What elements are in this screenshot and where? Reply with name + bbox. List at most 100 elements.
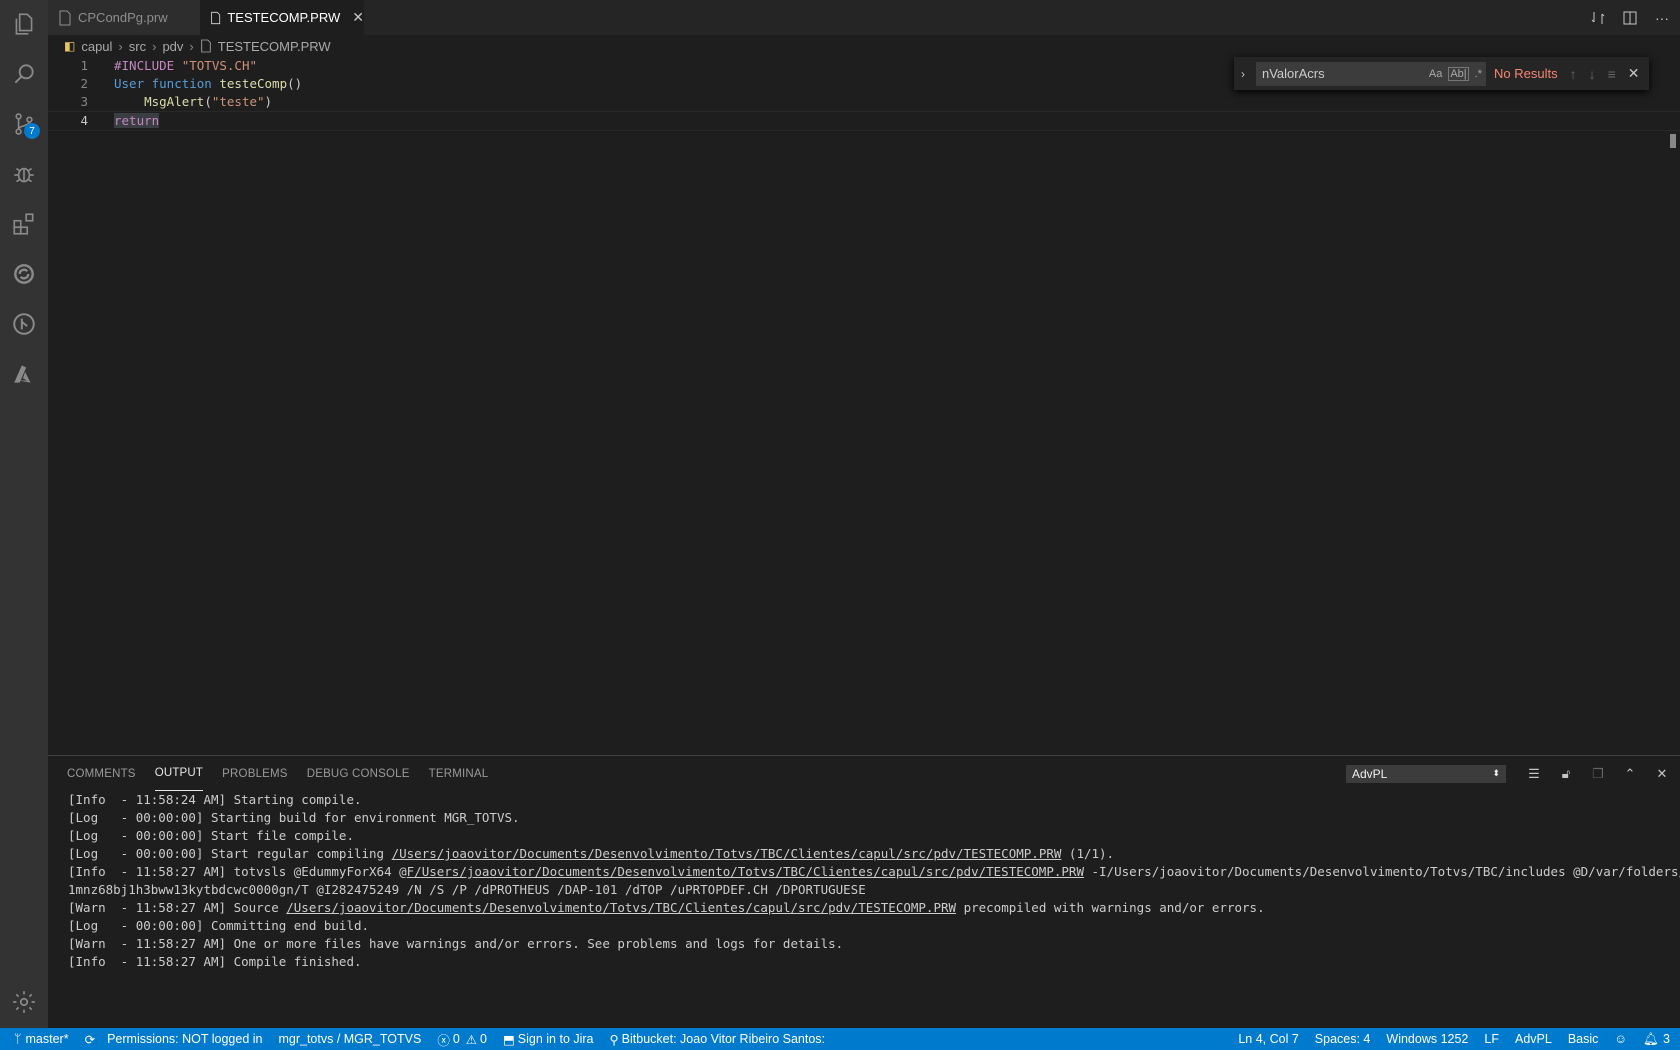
sync-icon[interactable] [0,250,48,298]
output-text: (1/1). [1061,846,1115,861]
match-case-toggle[interactable]: Aa [1429,68,1442,80]
find-widget: › Aa Ab| .* No Results ↑ ↓ ≡ ✕ [1234,57,1649,90]
extensions-icon[interactable] [0,200,48,248]
debug-icon[interactable] [0,150,48,198]
breadcrumb-item[interactable]: pdv [162,39,183,54]
code-token: testeComp [219,76,288,91]
code-editor[interactable]: 1 #INCLUDE "TOTVS.CH" 2 User function teste… [48,57,1680,754]
file-link[interactable]: F/Users/joaovitor/Documents/Desenvolvime… [407,864,1084,879]
cursor-position[interactable]: Ln 4, Col 7 [1238,1032,1298,1046]
output-text: [Info - 11:58:27 AM] totvsls @EdummyForX… [68,864,407,879]
whole-word-toggle[interactable]: Ab| [1448,66,1469,81]
tab-problems[interactable]: PROBLEMS [222,756,288,791]
output-text: [Log - 00:00:00] Committing end build. [68,918,370,933]
find-input[interactable] [1260,65,1423,82]
end-of-line[interactable]: LF [1484,1032,1499,1046]
branch-status[interactable]: ᛘ master* [14,1032,69,1046]
warning-icon: ⚠ [465,1032,478,1047]
file-link[interactable]: /Users/joaovitor/Documents/Desenvolvimen… [392,846,1062,861]
tab-label: CPCondPg.prw [78,10,168,25]
tab-debug-console[interactable]: DEBUG CONSOLE [307,756,410,791]
close-icon[interactable]: ✕ [352,9,364,26]
lock-icon[interactable]: 🔓︎ [1558,766,1574,782]
code-token: "teste" [211,94,265,109]
jira-status[interactable]: ⬒ Sign in to Jira [503,1032,594,1047]
output-line: [Warn - 11:58:27 AM] Source /Users/joaov… [68,899,1670,917]
editor-tab-bar: CPCondPg.prw TESTECOMP.PRW ✕ ··· [48,0,1680,35]
arrow-down-icon[interactable]: ↓ [1589,66,1596,82]
more-actions-icon[interactable]: ··· [1654,10,1670,26]
close-icon[interactable]: ✕ [1654,766,1670,782]
tab-cpcondpg[interactable]: CPCondPg.prw [48,0,200,35]
chevron-right-icon: › [189,38,194,54]
output-line: [Log - 00:00:00] Committing end build. [68,917,1670,935]
overview-ruler-marker [1670,134,1676,148]
source-control-icon[interactable]: 7 [0,100,48,148]
output-text: [Log - 00:00:00] Start file compile. [68,828,354,843]
output-line: [Log - 00:00:00] Start regular compiling… [68,845,1670,863]
split-editor-icon[interactable] [1622,10,1638,26]
chevron-right-icon: › [118,38,123,54]
line-code: User function testeComp() [114,75,302,93]
output-text: [Warn - 11:58:27 AM] Source [68,900,287,915]
file-icon [59,10,71,25]
code-token: User function [114,76,220,91]
line-code: #INCLUDE "TOTVS.CH" [114,57,257,75]
file-link[interactable]: /Users/joaovitor/Documents/Desenvolvimen… [286,900,956,915]
open-changes-icon[interactable] [1590,10,1606,26]
close-icon[interactable]: ✕ [1628,65,1640,82]
indentation[interactable]: Spaces: 4 [1315,1032,1371,1046]
search-icon[interactable] [0,50,48,98]
tab-comments[interactable]: COMMENTS [67,756,136,791]
output-line: [Info - 11:58:27 AM] Compile finished. [68,953,1670,971]
bottom-panel: COMMENTS OUTPUT PROBLEMS DEBUG CONSOLE TERMI… [48,755,1680,1029]
arrow-up-icon[interactable]: ↑ [1570,66,1577,82]
files-icon[interactable] [0,0,48,48]
code-token: return [114,113,160,128]
breadcrumb-item[interactable]: capul [81,39,112,54]
code-token: () [287,76,303,91]
output-line: [Warn - 11:58:27 AM] One or more files h… [68,935,1670,953]
clear-output-icon[interactable]: ☰ [1526,766,1542,782]
regex-toggle[interactable]: .* [1475,68,1482,80]
line-number: 2 [80,76,88,91]
output-text: [Log - 00:00:00] Starting build for envi… [68,810,520,825]
sync-icon[interactable]: ⟳ [85,1032,95,1047]
find-in-selection-icon[interactable]: ≡ [1608,66,1616,82]
encoding[interactable]: Windows 1252 [1386,1032,1468,1046]
output-text: -I/Users/joaovitor/Documents/Desenvolvim… [1083,864,1680,879]
code-line[interactable]: 4 return [48,111,1680,131]
output-log: [Info - 11:58:24 AM] Starting compile. [L… [68,791,1680,971]
find-input-box: Aa Ab| .* [1256,61,1486,86]
output-line: [Log - 00:00:00] Starting build for envi… [68,809,1670,827]
permissions-status[interactable]: Permissions: NOT logged in [107,1032,262,1046]
breadcrumb: ◧ capul › src › pdv › TESTECOMP.PRW [48,35,1680,57]
chevron-up-icon[interactable]: ⌃ [1622,766,1638,782]
open-log-icon[interactable]: ❐ [1590,766,1606,782]
bitbucket-status[interactable]: ⚲ Bitbucket: Joao Vitor Ribeiro Santos: [610,1032,826,1047]
file-icon [211,11,221,24]
toggle-replace-icon[interactable]: › [1234,67,1252,81]
output-channel-select[interactable]: AdvPL ⬍ [1346,764,1506,783]
notification-count: 3 [1663,1032,1670,1046]
output-text: [Warn - 11:58:27 AM] One or more files h… [68,936,844,951]
feedback-smiley-icon[interactable]: ☺ [1614,1032,1627,1046]
code-line[interactable]: 3 MsgAlert("teste") [48,93,1680,111]
language-mode[interactable]: AdvPL [1515,1032,1552,1046]
breadcrumb-item[interactable]: src [129,39,146,54]
tab-testecomp[interactable]: TESTECOMP.PRW ✕ [200,0,364,35]
settings-gear-icon[interactable] [0,978,48,1026]
git-graph-icon[interactable] [0,300,48,348]
problems-status[interactable]: ⓧ 0 ⚠ 0 [437,1030,487,1049]
mode-status[interactable]: Basic [1568,1032,1599,1046]
output-text: precompiled with warnings and/or errors. [956,900,1265,915]
select-arrows-icon: ⬍ [1492,768,1500,778]
tab-output[interactable]: OUTPUT [154,756,204,791]
status-bar: ᛘ master* ⟳ Permissions: NOT logged in m… [0,1028,1680,1050]
tab-terminal[interactable]: TERMINAL [429,756,489,791]
server-status[interactable]: mgr_totvs / MGR_TOTVS [278,1032,421,1046]
code-token: ) [264,94,273,109]
azure-icon[interactable] [0,350,48,398]
breadcrumb-item[interactable]: TESTECOMP.PRW [218,39,331,54]
notifications[interactable]: 🔔︎ 3 [1643,1032,1670,1047]
